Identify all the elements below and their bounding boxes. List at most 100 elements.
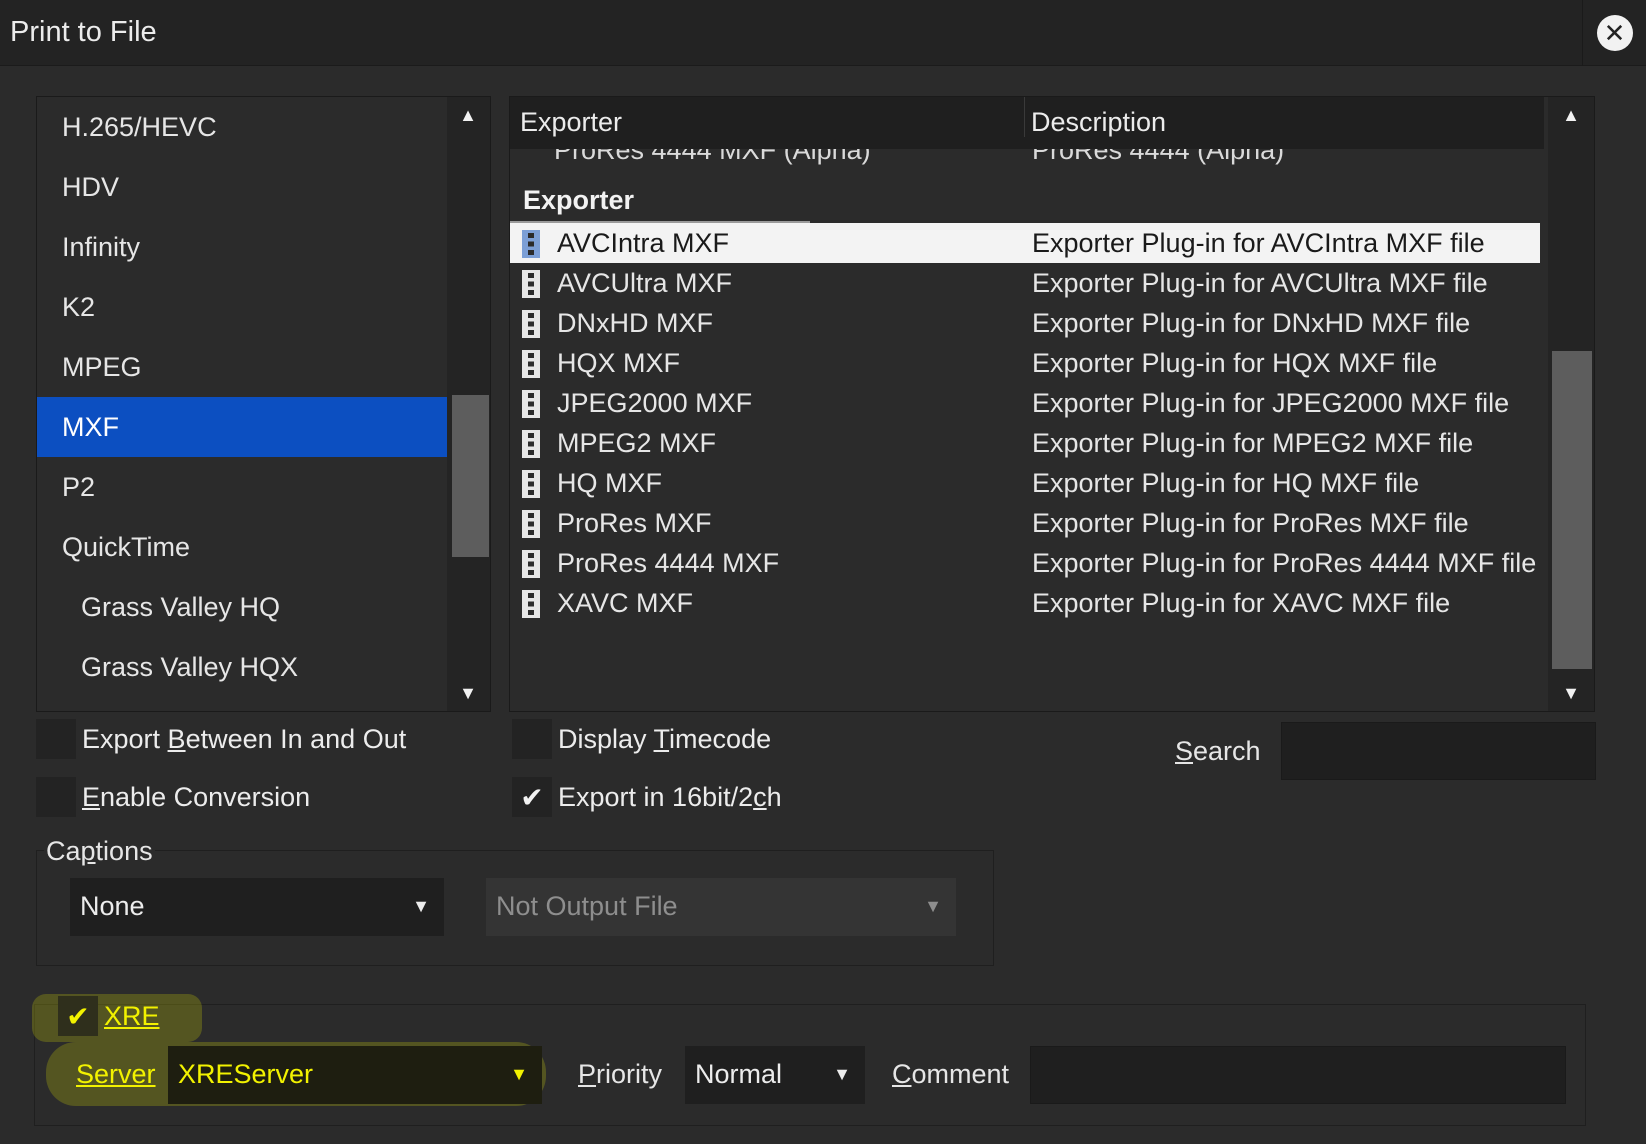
server-select-value: XREServer: [178, 1059, 314, 1089]
exporter-description-cell: Exporter Plug-in for XAVC MXF file: [1032, 588, 1451, 618]
table-row[interactable]: AVCUltra MXF Exporter Plug-in for AVCUltr…: [510, 263, 1540, 303]
table-row[interactable]: DNxHD MXF Exporter Plug-in for DNxHD MXF …: [510, 303, 1540, 343]
film-strip-icon: [522, 430, 540, 458]
priority-label: Priority: [578, 1059, 663, 1089]
enable-conversion-label: Enable Conversion: [82, 781, 311, 812]
captions-select-value: None: [80, 891, 145, 921]
film-strip-icon: [522, 390, 540, 418]
exporter-description-cell: Exporter Plug-in for HQ MXF file: [1032, 468, 1420, 498]
format-list-item[interactable]: Grass Valley HQX: [37, 637, 447, 697]
scroll-up-icon[interactable]: ▲: [1551, 97, 1591, 133]
export-between-checkbox[interactable]: Export Between In and Out: [36, 719, 406, 759]
exporter-table-scrollbar[interactable]: ▲ ▼: [1548, 97, 1594, 711]
exporter-description-cell: Exporter Plug-in for HQX MXF file: [1032, 348, 1438, 378]
export-16bit-checkbox[interactable]: ✔ Export in 16bit/2ch: [512, 777, 782, 817]
captions-select[interactable]: None ▼: [70, 878, 444, 936]
column-header-description[interactable]: Description: [1031, 107, 1166, 138]
xre-label: XRE: [104, 1000, 160, 1031]
server-label: Server: [76, 1059, 156, 1089]
table-row[interactable]: XAVC MXF Exporter Plug-in for XAVC MXF fi…: [510, 583, 1540, 623]
format-list: H.265/HEVC HDV Infinity K2 MPEG MXF P2 QuickTim…: [36, 96, 491, 712]
table-row[interactable]: ProRes 4444 MXF Exporter Plug-in for ProR…: [510, 543, 1540, 583]
chevron-down-icon: ▼: [412, 896, 430, 916]
priority-select[interactable]: Normal ▼: [685, 1046, 865, 1104]
table-row[interactable]: MPEG2 MXF Exporter Plug-in for MPEG2 MXF …: [510, 423, 1540, 463]
format-list-item[interactable]: MXF: [37, 397, 447, 457]
film-strip-icon: [522, 470, 540, 498]
film-strip-icon: [522, 550, 540, 578]
exporter-description-cell: Exporter Plug-in for AVCUltra MXF file: [1032, 268, 1488, 298]
display-timecode-checkbox[interactable]: Display Timecode: [512, 719, 771, 759]
exporter-name-cell: JPEG2000 MXF: [557, 388, 753, 418]
exporter-name-cell: ProRes MXF: [557, 508, 712, 538]
checkbox-box[interactable]: [36, 719, 76, 759]
exporter-name-cell: AVCIntra MXF: [557, 228, 730, 258]
title-bar: Print to File ✕: [0, 0, 1646, 66]
column-header-exporter[interactable]: Exporter: [520, 107, 622, 138]
table-row[interactable]: AVCIntra MXF Exporter Plug-in for AVCIntr…: [510, 223, 1540, 263]
format-list-item[interactable]: Infinity: [37, 217, 447, 277]
format-list-item[interactable]: H.265/HEVC: [37, 97, 447, 157]
format-list-item[interactable]: QuickTime: [37, 517, 447, 577]
film-strip-icon: [522, 230, 540, 258]
checkbox-box[interactable]: [36, 777, 76, 817]
exporter-name-cell: DNxHD MXF: [557, 308, 713, 338]
exporter-name-cell: HQ MXF: [557, 468, 662, 498]
xre-checkbox[interactable]: ✔ XRE: [58, 996, 160, 1036]
chevron-down-icon: ▼: [833, 1064, 851, 1084]
scroll-down-icon[interactable]: ▼: [448, 675, 488, 711]
comment-input[interactable]: [1030, 1046, 1566, 1104]
check-icon[interactable]: ✔: [58, 996, 98, 1036]
film-strip-icon: [522, 350, 540, 378]
close-circle-icon: ✕: [1596, 15, 1633, 51]
exporter-description-cell: Exporter Plug-in for ProRes 4444 MXF fil…: [1032, 548, 1537, 578]
format-list-scrollbar[interactable]: ▲ ▼: [447, 97, 490, 711]
exporter-description-cell: Exporter Plug-in for DNxHD MXF file: [1032, 308, 1471, 338]
format-list-item[interactable]: P2: [37, 457, 447, 517]
exporter-description-cell: Exporter Plug-in for MPEG2 MXF file: [1032, 428, 1474, 458]
server-select[interactable]: XREServer ▼: [168, 1046, 542, 1104]
exporter-name-cell: ProRes 4444 MXF: [557, 548, 780, 578]
search-label: Search: [1175, 736, 1261, 766]
table-row[interactable]: ProRes MXF Exporter Plug-in for ProRes MX…: [510, 503, 1540, 543]
print-to-file-dialog: Print to File ✕ H.265/HEVC HDV Infinity K2 M…: [0, 0, 1646, 1144]
header-overlay: [510, 137, 1544, 149]
chevron-down-icon: ▼: [924, 896, 942, 916]
comment-label: Comment: [892, 1059, 1010, 1089]
exporter-name-cell: HQX MXF: [557, 348, 681, 378]
exporter-name-cell: MPEG2 MXF: [557, 428, 717, 458]
format-list-item[interactable]: MPEG: [37, 337, 447, 397]
scroll-thumb[interactable]: [452, 395, 489, 557]
captions-label: Captions: [44, 836, 155, 867]
exporter-description-cell: Exporter Plug-in for JPEG2000 MXF file: [1032, 388, 1510, 418]
export-between-label: Export Between In and Out: [82, 723, 407, 754]
exporter-description-cell: Exporter Plug-in for AVCIntra MXF file: [1032, 228, 1485, 258]
checkbox-box[interactable]: [512, 719, 552, 759]
format-list-item[interactable]: Grass Valley HQ: [37, 577, 447, 637]
captions-output-select: Not Output File ▼: [486, 878, 956, 936]
chevron-down-icon: ▼: [510, 1064, 528, 1084]
scroll-down-icon[interactable]: ▼: [1551, 675, 1591, 711]
scroll-up-icon[interactable]: ▲: [448, 97, 488, 133]
film-strip-icon: [522, 510, 540, 538]
check-icon[interactable]: ✔: [512, 777, 552, 817]
enable-conversion-checkbox[interactable]: Enable Conversion: [36, 777, 310, 817]
priority-select-value: Normal: [695, 1059, 783, 1089]
format-list-item[interactable]: K2: [37, 277, 447, 337]
exporter-name-cell: XAVC MXF: [557, 588, 694, 618]
close-button[interactable]: ✕: [1582, 0, 1646, 66]
group-label: Exporter: [523, 185, 635, 215]
film-strip-icon: [522, 310, 540, 338]
window-title: Print to File: [10, 16, 157, 48]
captions-output-value: Not Output File: [496, 891, 678, 921]
format-list-item[interactable]: HDV: [37, 157, 447, 217]
exporter-table: Exporter Description ProRes 4444 MXF (Al…: [509, 96, 1595, 712]
exporter-name-cell: AVCUltra MXF: [557, 268, 733, 298]
table-row[interactable]: HQ MXF Exporter Plug-in for HQ MXF file: [510, 463, 1540, 503]
film-strip-icon: [522, 270, 540, 298]
film-strip-icon: [522, 590, 540, 618]
table-row[interactable]: HQX MXF Exporter Plug-in for HQX MXF file: [510, 343, 1540, 383]
search-input[interactable]: [1281, 722, 1596, 780]
table-row[interactable]: JPEG2000 MXF Exporter Plug-in for JPEG200…: [510, 383, 1540, 423]
scroll-thumb[interactable]: [1552, 351, 1592, 669]
